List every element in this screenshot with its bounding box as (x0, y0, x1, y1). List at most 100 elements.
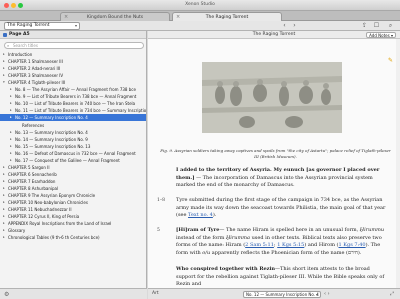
art-label[interactable]: Art (152, 291, 159, 296)
disclosure-triangle-icon[interactable]: ▸ (3, 58, 5, 65)
minimize-window-button[interactable] (11, 3, 16, 8)
gear-icon[interactable]: ⚙ (4, 291, 9, 298)
outline-item[interactable]: ▸ CHAPTER 9 The Assyrian Eponym Chronicle (0, 192, 146, 199)
outline-item[interactable]: ▸ CHAPTER 6 Sennacherib (0, 171, 146, 178)
disclosure-triangle-icon[interactable]: ▸ (3, 213, 5, 220)
outline-item[interactable]: ▸ No. 11 — List of Tribute Bearers in 734… (0, 107, 146, 114)
outline-item-label: Chronological Tables (9 th-6 th Centurie… (8, 235, 100, 241)
bible-ref-link[interactable]: 1 Kgs 7:40 (338, 242, 365, 248)
search-input[interactable]: ⌕ Search titles (4, 42, 144, 49)
disclosure-triangle-icon[interactable]: ▸ (3, 65, 5, 72)
outline-item[interactable]: ▸ CHAPTER 7 Esarhaddon (0, 178, 146, 185)
outline-item[interactable]: ▾ CHAPTER 4 Tiglath-pileser III (0, 79, 146, 86)
bookmark-icon[interactable]: ☐ (372, 22, 381, 30)
outline-item-label: No. 15 — Summary Inscription No. 13 (15, 143, 91, 149)
para2-end: ). (212, 212, 217, 219)
disclosure-triangle-icon[interactable]: ▸ (3, 51, 5, 58)
maximize-window-button[interactable] (18, 3, 23, 8)
disclosure-triangle-icon[interactable]: ▸ (3, 164, 5, 171)
text-link[interactable]: Text no. 4 (188, 212, 213, 218)
disclosure-triangle-icon[interactable]: ▸ (3, 185, 5, 192)
outline-item-label: CHAPTER 2 Adad-nerari III (8, 66, 61, 72)
outline-item[interactable]: ▸ Introduction (0, 51, 146, 58)
outline-item-label: CHAPTER 3 Shalmaneser IV (8, 73, 64, 79)
disclosure-triangle-icon[interactable]: ▸ (10, 100, 12, 107)
forward-icon[interactable]: › (290, 22, 299, 30)
close-window-button[interactable] (4, 3, 9, 8)
page-icon (3, 33, 7, 37)
outline-item[interactable]: ▸ No. 12 — Summary Inscription No. 4 (0, 114, 146, 122)
outline-item[interactable]: ▸ CHAPTER 11 Nebuchadnezzar II (0, 206, 146, 213)
relief-figure (202, 62, 342, 133)
outline-item[interactable]: ▸ CHAPTER 3 Shalmaneser IV (0, 72, 146, 79)
para3-text: ) and Hirom ( (304, 242, 339, 249)
add-notes-button[interactable]: Add Notes ▾ (366, 32, 396, 38)
outline-item[interactable]: ▸ No. 14 — Summary Inscription No. 9 (0, 136, 146, 143)
disclosure-triangle-icon[interactable]: ▸ (3, 206, 5, 213)
status-bar: Art No. 12 — Summary Inscription No. 4 ▾… (148, 288, 400, 299)
disclosure-triangle-icon[interactable]: ▸ (10, 157, 12, 164)
title-bar: Xenon Studio (0, 0, 400, 11)
pencil-icon[interactable]: ✎ (388, 57, 393, 64)
disclosure-triangle-icon[interactable]: ▸ (10, 136, 12, 143)
tab-label: The Raging Torrent (205, 15, 249, 20)
outline-item[interactable]: ▸ No. 13 — Summary Inscription No. 4 (0, 129, 146, 136)
tab-raging-torrent[interactable]: × The Raging Torrent (172, 12, 282, 21)
search-icon[interactable]: ⌕ (386, 22, 395, 30)
outline-item[interactable]: ▸ No. 10 — List of Tribute Bearers in 740… (0, 100, 146, 107)
disclosure-triangle-icon[interactable]: ▸ (10, 129, 12, 136)
disclosure-triangle-icon[interactable]: ▸ (10, 150, 12, 157)
disclosure-triangle-icon[interactable]: ▸ (10, 86, 12, 93)
outline-item-label: No. 10 — List of Tribute Bearers in 740 … (15, 101, 136, 107)
section-select[interactable]: No. 12 — Summary Inscription No. 4 ▾ (243, 291, 321, 298)
outline-item[interactable]: ▸ CHAPTER 12 Cyrus II, King of Persia (0, 213, 146, 220)
outline-item[interactable]: ▸ No. 9 — List of Tribute Bearers in 738 … (0, 93, 146, 100)
disclosure-triangle-icon[interactable]: ▸ (3, 234, 5, 241)
outline-item[interactable]: ▸ CHAPTER 10 Neo-babylonian Chronicles (0, 199, 146, 206)
outline-item[interactable]: ▸ APPENDIX Royal Inscriptions from the La… (0, 220, 146, 227)
back-icon[interactable]: ‹ (280, 22, 289, 30)
disclosure-triangle-icon[interactable]: ▸ (10, 143, 12, 150)
outline-item[interactable]: ▸ No. 16 — Defeat of Damascus in 732 bce … (0, 150, 146, 157)
paragraph-2: Tyre submitted during the first stage of… (176, 197, 391, 220)
outline-item[interactable]: ▸ CHAPTER 1 Shalmaneser III (0, 58, 146, 65)
verse-number: 1–8 (157, 198, 165, 203)
disclosure-triangle-icon[interactable]: ▸ (3, 227, 5, 234)
location-select[interactable]: The Raging Torrent ▾ (4, 22, 80, 30)
verse-number: 5 (157, 228, 160, 233)
resize-icon[interactable]: ⤢ (390, 291, 394, 297)
para3-text: apparently reflects the Phoenician form … (210, 249, 362, 256)
outline-item-label: APPENDIX Royal Inscriptions from the Lan… (8, 221, 112, 227)
outline-item-label: Glossary (8, 228, 26, 234)
disclosure-triangle-icon[interactable]: ▸ (10, 107, 12, 114)
disclosure-triangle-icon[interactable]: ▸ (3, 220, 5, 227)
tab-kingdom[interactable]: × Kingdom Bound the Nuts (60, 12, 170, 21)
bible-ref-link[interactable]: 1 Kgs 5:15 (277, 242, 304, 248)
disclosure-triangle-icon[interactable]: ▸ (3, 171, 5, 178)
location-value: The Raging Torrent (7, 23, 50, 28)
outline-item[interactable]: ▸ No. 17 — Conquest of the Galilee — Anna… (0, 157, 146, 164)
outline-item[interactable]: ▸ No. 8 — The Assyrian Affair — Annal Fra… (0, 86, 146, 93)
disclosure-triangle-icon[interactable]: ▸ (10, 93, 12, 100)
share-icon[interactable]: ⇪ (360, 22, 369, 30)
outline-item[interactable]: References (0, 122, 146, 129)
outline-item[interactable]: ▸ Glossary (0, 227, 146, 234)
disclosure-triangle-icon[interactable]: ▸ (10, 114, 12, 121)
bible-ref-link[interactable]: 2 Sam 5:11 (245, 242, 274, 248)
outline-item[interactable]: ▸ CHAPTER 2 Adad-nerari III (0, 65, 146, 72)
prev-next-arrows-icon[interactable]: ‹ › (324, 291, 330, 297)
outline-item[interactable]: ▸ No. 15 — Summary Inscription No. 13 (0, 143, 146, 150)
disclosure-triangle-icon[interactable]: ▸ (3, 199, 5, 206)
scrollbar[interactable] (396, 39, 400, 288)
outline-item-label: CHAPTER 9 The Assyrian Eponym Chronicle (8, 193, 96, 198)
outline-item-label: No. 16 — Defeat of Damascus in 732 bce —… (15, 150, 136, 156)
disclosure-triangle-icon[interactable]: ▾ (3, 79, 5, 86)
outline-item[interactable]: ▸ CHAPTER 5 Sargon II (0, 164, 146, 171)
outline-item[interactable]: ▸ Chronological Tables (9 th-6 th Centuri… (0, 234, 146, 241)
outline-item[interactable]: ▸ CHAPTER 8 Ashurbanipal (0, 185, 146, 192)
disclosure-triangle-icon[interactable]: ▸ (3, 178, 5, 185)
disclosure-triangle-icon[interactable]: ▸ (3, 72, 5, 79)
outline-item-label: No. 17 — Conquest of the Galilee — Annal… (15, 157, 120, 163)
disclosure-triangle-icon[interactable]: ▸ (3, 192, 5, 199)
outline-item-label: No. 9 — List of Tribute Bearers in 738 b… (15, 94, 137, 100)
